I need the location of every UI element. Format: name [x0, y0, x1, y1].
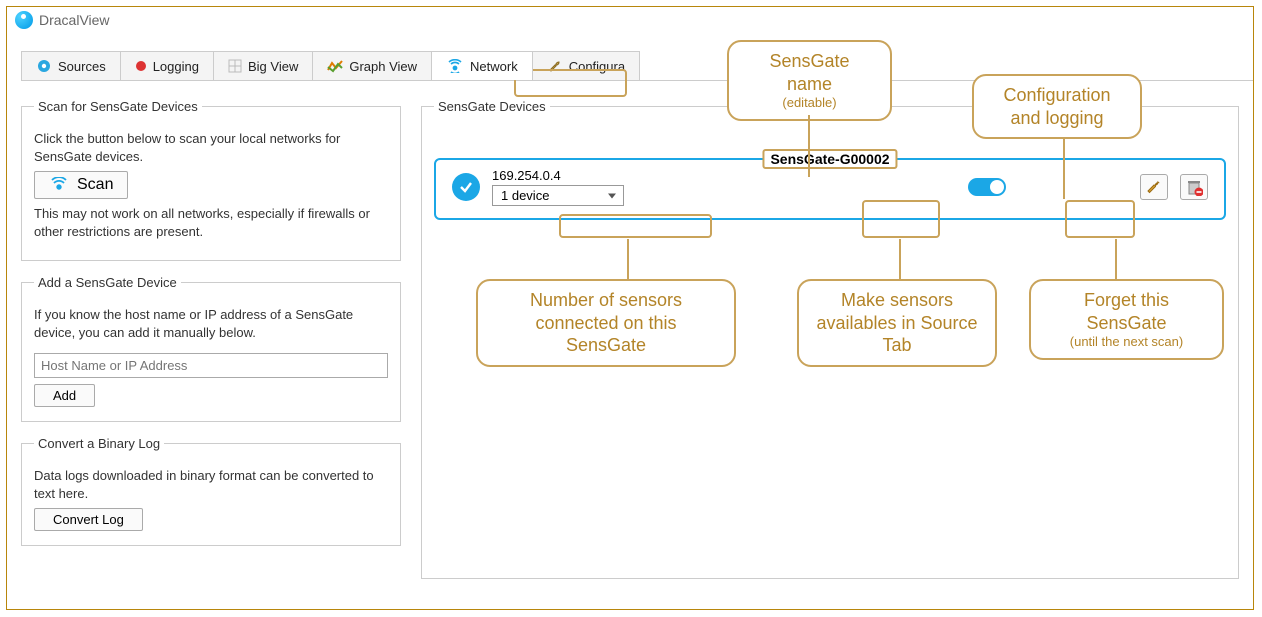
devices-legend: SensGate Devices: [434, 99, 550, 114]
connector: [899, 239, 901, 279]
connector: [627, 239, 629, 279]
wrench-icon: [547, 58, 563, 74]
enable-toggle[interactable]: [968, 178, 1006, 196]
add-button[interactable]: Add: [34, 384, 95, 407]
tab-bigview[interactable]: Big View: [213, 51, 313, 80]
device-ip: 169.254.0.4: [492, 168, 624, 183]
convert-desc: Data logs downloaded in binary format ca…: [34, 467, 388, 502]
status-ok-icon: [452, 173, 480, 201]
tab-sources[interactable]: Sources: [21, 51, 121, 80]
scan-legend: Scan for SensGate Devices: [34, 99, 202, 114]
tab-graphview[interactable]: Graph View: [312, 51, 432, 80]
add-group: Add a SensGate Device If you know the ho…: [21, 275, 401, 422]
host-input[interactable]: [34, 353, 388, 378]
scan-icon: [49, 177, 69, 193]
add-desc: If you know the host name or IP address …: [34, 306, 388, 341]
connector: [1115, 239, 1117, 279]
convert-button[interactable]: Convert Log: [34, 508, 143, 531]
scan-button[interactable]: Scan: [34, 171, 128, 199]
annot-config: Configuration and logging: [972, 74, 1142, 139]
device-name[interactable]: SensGate-G00002: [762, 149, 897, 169]
add-legend: Add a SensGate Device: [34, 275, 181, 290]
annot-make-available: Make sensors availables in Source Tab: [797, 279, 997, 367]
record-icon: [135, 60, 147, 72]
scan-warn: This may not work on all networks, espec…: [34, 205, 388, 240]
gear-icon: [36, 58, 52, 74]
device-card: SensGate-G00002 169.254.0.4 1 device: [434, 158, 1226, 220]
scan-group: Scan for SensGate Devices Click the butt…: [21, 99, 401, 261]
device-count-select[interactable]: 1 device: [492, 185, 624, 206]
tab-configuration[interactable]: Configura: [532, 51, 640, 80]
forget-button[interactable]: [1180, 174, 1208, 200]
annot-sensgate-name: SensGate name (editable): [727, 40, 892, 121]
connector: [808, 115, 810, 177]
convert-group: Convert a Binary Log Data logs downloade…: [21, 436, 401, 546]
annot-sensor-count: Number of sensors connected on this Sens…: [476, 279, 736, 367]
annot-forget: Forget this SensGate (until the next sca…: [1029, 279, 1224, 360]
network-icon: [446, 59, 464, 73]
tab-logging[interactable]: Logging: [120, 51, 214, 80]
scan-desc: Click the button below to scan your loca…: [34, 130, 388, 165]
titlebar: DracalView: [7, 7, 1253, 33]
connector: [1063, 137, 1065, 199]
tab-network[interactable]: Network: [431, 51, 533, 80]
convert-legend: Convert a Binary Log: [34, 436, 164, 451]
grid-icon: [228, 59, 242, 73]
app-icon: [15, 11, 33, 29]
app-title: DracalView: [39, 12, 110, 28]
graph-icon: [327, 59, 343, 73]
configure-button[interactable]: [1140, 174, 1168, 200]
